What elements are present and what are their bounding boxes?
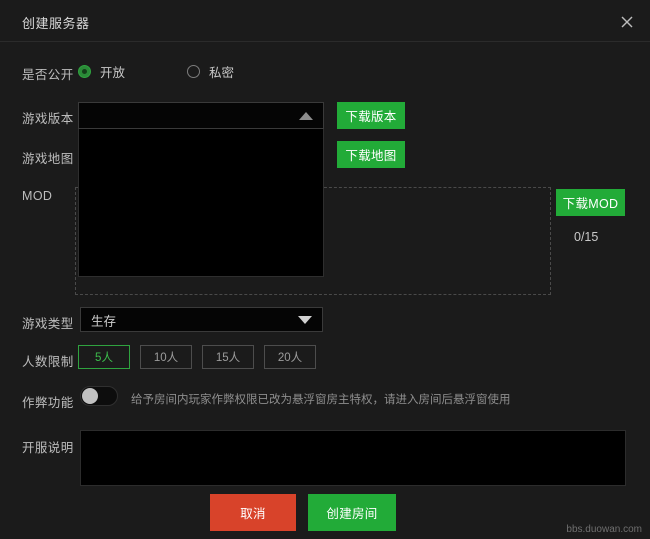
radio-option-private-label: 私密 [209, 62, 234, 81]
game-version-label: 游戏版本 [22, 108, 74, 127]
radio-selected-icon [78, 65, 91, 78]
game-map-label: 游戏地图 [22, 148, 74, 167]
mod-count: 0/15 [574, 230, 598, 244]
cheat-label: 作弊功能 [22, 392, 74, 411]
create-server-dialog: 创建服务器 是否公开 开放 私密 游戏版本 下载版本 游戏地图 下载地图 MOD… [0, 0, 650, 539]
radio-unselected-icon [187, 65, 200, 78]
create-room-button[interactable]: 创建房间 [308, 494, 396, 531]
player-limit-option-20[interactable]: 20人 [264, 345, 316, 369]
download-mod-button[interactable]: 下载MOD [556, 189, 625, 216]
game-type-label: 游戏类型 [22, 313, 74, 332]
game-type-value: 生存 [91, 310, 116, 329]
toggle-knob [82, 388, 98, 404]
chevron-up-icon [299, 112, 313, 120]
cheat-toggle[interactable] [80, 386, 118, 406]
player-limit-option-10[interactable]: 10人 [140, 345, 192, 369]
description-label: 开服说明 [22, 437, 74, 456]
dialog-title: 创建服务器 [22, 13, 90, 32]
dialog-titlebar: 创建服务器 [0, 0, 650, 42]
close-icon[interactable] [614, 9, 640, 35]
chevron-down-icon [298, 316, 312, 324]
player-limit-option-15[interactable]: 15人 [202, 345, 254, 369]
radio-option-public[interactable]: 开放 [78, 62, 125, 81]
mod-label: MOD [22, 189, 52, 203]
radio-option-public-label: 开放 [100, 62, 125, 81]
game-version-dropdown-list[interactable] [78, 129, 324, 277]
player-limit-group: 5人 10人 15人 20人 [78, 345, 326, 369]
visibility-label: 是否公开 [22, 64, 74, 83]
cheat-hint-text: 给予房间内玩家作弊权限已改为悬浮窗房主特权，请进入房间后悬浮窗使用 [131, 391, 511, 407]
download-map-button[interactable]: 下载地图 [337, 141, 405, 168]
download-version-button[interactable]: 下载版本 [337, 102, 405, 129]
game-version-select[interactable] [78, 102, 324, 129]
cancel-button[interactable]: 取消 [210, 494, 296, 531]
description-input[interactable] [80, 430, 626, 486]
radio-option-private[interactable]: 私密 [187, 62, 234, 81]
player-limit-label: 人数限制 [22, 351, 74, 370]
game-type-select[interactable]: 生存 [80, 307, 323, 332]
player-limit-option-5[interactable]: 5人 [78, 345, 130, 369]
watermark: bbs.duowan.com [566, 524, 642, 535]
visibility-radio-group: 开放 私密 [78, 62, 234, 81]
